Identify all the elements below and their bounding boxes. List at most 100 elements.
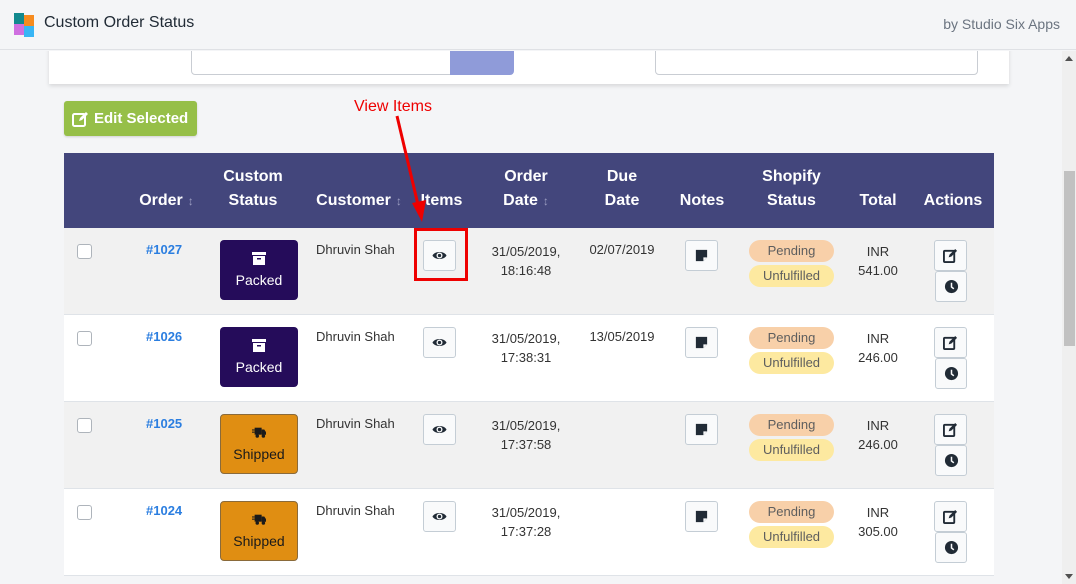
column-header: Custom Status — [209, 165, 297, 213]
search-input[interactable] — [191, 51, 451, 75]
column-header-line1: Custom — [223, 168, 283, 185]
filter-card — [49, 51, 1009, 84]
edit-order-button[interactable] — [934, 327, 967, 358]
column-header-label: Items — [420, 192, 463, 209]
order-date-day: 31/05/2019, — [491, 331, 561, 346]
column-header-line2: Date ↕ — [480, 189, 572, 213]
eye-icon — [432, 425, 447, 434]
column-header-line1 — [669, 165, 735, 189]
column-header: Actions — [914, 165, 992, 213]
notes-button[interactable] — [685, 414, 718, 445]
clock-icon — [944, 453, 958, 468]
view-items-button[interactable] — [423, 414, 456, 445]
total-amount: 541.00 — [858, 263, 898, 278]
column-header[interactable]: Order Date ↕ — [480, 165, 572, 213]
order-date: 31/05/2019, 17:38:31 — [480, 329, 572, 367]
order-link[interactable]: #1027 — [146, 242, 182, 257]
column-header-line2: Total — [848, 189, 908, 213]
table-body: #1027 Packed Dhruvin Shah 31/05/2019, 18… — [64, 228, 994, 576]
vertical-scrollbar[interactable] — [1062, 51, 1076, 584]
scroll-down-arrow-icon[interactable] — [1065, 574, 1073, 579]
view-items-button[interactable] — [423, 327, 456, 358]
table-row: #1026 Packed Dhruvin Shah 31/05/2019, 17… — [64, 315, 994, 402]
custom-status-badge[interactable]: Packed — [220, 327, 298, 387]
status-history-button[interactable] — [935, 445, 967, 476]
due-date: 13/05/2019 — [589, 329, 655, 344]
row-checkbox[interactable] — [77, 331, 92, 346]
column-header-line1: Order — [504, 168, 548, 185]
filter-select[interactable] — [655, 51, 978, 75]
search-button[interactable] — [450, 51, 514, 75]
notes-button[interactable] — [685, 501, 718, 532]
custom-status-badge[interactable]: Shipped — [220, 501, 298, 561]
column-header-label: Date — [604, 192, 640, 209]
sort-icon[interactable]: ↕ — [543, 194, 549, 208]
edit-order-button[interactable] — [934, 501, 967, 532]
order-date-day: 31/05/2019, — [491, 505, 561, 520]
eye-icon — [432, 251, 447, 260]
sticky-note-icon — [695, 423, 708, 436]
column-header-label: Actions — [923, 192, 983, 209]
column-header-line2: Items — [414, 189, 469, 213]
edit-order-button[interactable] — [934, 414, 967, 445]
edit-icon — [943, 335, 958, 350]
view-items-button[interactable] — [423, 501, 456, 532]
order-link[interactable]: #1026 — [146, 329, 182, 344]
custom-status-badge[interactable]: Shipped — [220, 414, 298, 474]
custom-status-badge[interactable]: Packed — [220, 240, 298, 300]
payment-status-badge: Pending — [749, 501, 834, 523]
column-header-line1: Shopify — [762, 168, 821, 185]
notes-button[interactable] — [685, 240, 718, 271]
column-header: Shopify Status — [744, 165, 839, 213]
view-items-button[interactable] — [423, 240, 456, 271]
fulfillment-status-badge: Unfulfilled — [749, 439, 834, 461]
column-header-line2: Date — [584, 189, 660, 213]
customer-name: Dhruvin Shah — [316, 416, 395, 431]
custom-status-label: Shipped — [233, 446, 285, 462]
customer-name: Dhruvin Shah — [316, 503, 395, 518]
order-date-day: 31/05/2019, — [491, 244, 561, 259]
app-logo-icon — [14, 13, 35, 37]
sort-icon[interactable]: ↕ — [188, 194, 194, 208]
column-header[interactable]: Customer ↕ — [304, 165, 414, 213]
column-header: Total — [848, 165, 908, 213]
column-header-line1 — [848, 165, 908, 189]
column-header: Notes — [669, 165, 735, 213]
app-header: Custom Order Status by Studio Six Apps — [0, 0, 1076, 50]
status-history-button[interactable] — [935, 358, 967, 389]
column-header[interactable]: Order ↕ — [124, 165, 209, 213]
order-date: 31/05/2019, 17:37:58 — [480, 416, 572, 454]
notes-button[interactable] — [685, 327, 718, 358]
column-header-line1 — [304, 165, 414, 189]
order-date: 31/05/2019, 18:16:48 — [480, 242, 572, 280]
order-date-day: 31/05/2019, — [491, 418, 561, 433]
column-header-line2: Status — [209, 189, 297, 213]
order-link[interactable]: #1024 — [146, 503, 182, 518]
clock-icon — [944, 366, 958, 381]
order-total: INR 305.00 — [848, 503, 908, 541]
table-row: #1024 Shipped Dhruvin Shah 31/05/2019, 1… — [64, 489, 994, 576]
row-checkbox[interactable] — [77, 505, 92, 520]
due-date: 02/07/2019 — [589, 242, 655, 257]
column-header-label: Total — [859, 192, 897, 209]
custom-status-label: Shipped — [233, 533, 285, 549]
status-history-button[interactable] — [935, 271, 967, 302]
eye-icon — [432, 338, 447, 347]
payment-status-badge: Pending — [749, 240, 834, 262]
currency: INR — [866, 418, 890, 433]
row-checkbox[interactable] — [77, 244, 92, 259]
scroll-up-arrow-icon[interactable] — [1065, 56, 1073, 61]
edit-icon — [943, 422, 958, 437]
shipping-fast-icon — [252, 427, 266, 438]
archive-icon — [252, 252, 266, 265]
sticky-note-icon — [695, 336, 708, 349]
row-checkbox[interactable] — [77, 418, 92, 433]
status-history-button[interactable] — [935, 532, 967, 563]
scrollbar-thumb[interactable] — [1064, 171, 1075, 346]
sort-icon[interactable]: ↕ — [396, 194, 402, 208]
column-header-label: Status — [767, 192, 816, 209]
order-link[interactable]: #1025 — [146, 416, 182, 431]
edit-order-button[interactable] — [934, 240, 967, 271]
fulfillment-status-badge: Unfulfilled — [749, 526, 834, 548]
edit-selected-button[interactable]: Edit Selected — [64, 101, 198, 136]
